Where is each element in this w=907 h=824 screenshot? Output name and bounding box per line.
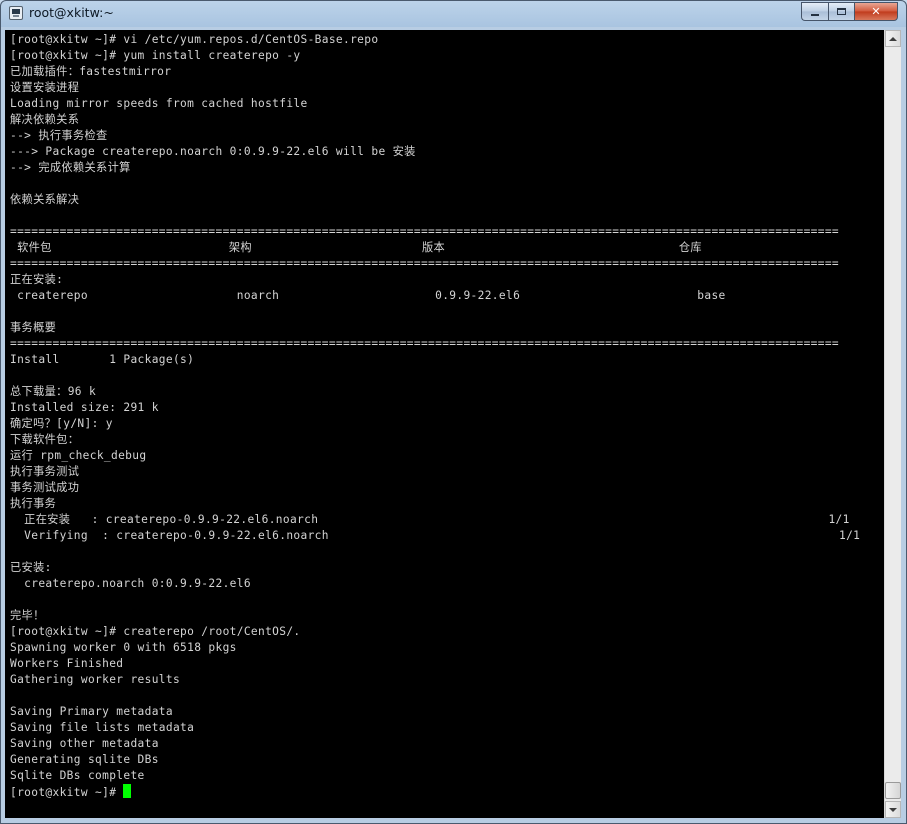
scroll-up-button[interactable] (885, 30, 901, 47)
terminal-line: 解决依赖关系 (10, 113, 80, 126)
terminal-line: 执行事务测试 (10, 465, 80, 478)
terminal-line: 执行事务 (10, 497, 57, 510)
maximize-button[interactable] (828, 2, 854, 21)
terminal-line: 设置安装进程 (10, 81, 80, 94)
arrow-down-icon (889, 807, 897, 812)
terminal-line: 下载软件包： (10, 433, 80, 446)
terminal-line: ========================================… (10, 225, 839, 238)
window-title: root@xkitw:~ (29, 5, 114, 20)
text-cursor (123, 784, 132, 798)
terminal-line: ---> Package createrepo.noarch 0:0.9.9-2… (10, 145, 416, 158)
prompt-line: [root@xkitw ~]# (10, 784, 884, 800)
terminal-line: 正在安装 : createrepo-0.9.9-22.el6.noarch 1/… (10, 513, 850, 526)
terminal-line: [root@xkitw ~]# yum install createrepo -… (10, 49, 301, 62)
caption-buttons: ✕ (801, 2, 898, 21)
terminal-line: Sqlite DBs complete (10, 769, 145, 782)
terminal-line: Saving Primary metadata (10, 705, 173, 718)
terminal-line: Generating sqlite DBs (10, 753, 159, 766)
terminal-line: Installed size: 291 k (10, 401, 159, 414)
terminal-line: 依赖关系解决 (10, 193, 80, 206)
scroll-down-button[interactable] (885, 801, 901, 818)
scroll-thumb[interactable] (885, 782, 901, 799)
terminal-line: createrepo.noarch 0:0.9.9-22.el6 (10, 577, 251, 590)
terminal-line: --> 完成依赖关系计算 (10, 161, 131, 174)
terminal-line: ========================================… (10, 337, 839, 350)
terminal-output[interactable]: [root@xkitw ~]# vi /etc/yum.repos.d/Cent… (5, 30, 884, 818)
close-icon: ✕ (871, 5, 881, 18)
terminal-line: [root@xkitw ~]# createrepo /root/CentOS/… (10, 625, 301, 638)
terminal-window: root@xkitw:~ ✕ [root@xkitw ~]# vi /etc/y… (0, 0, 907, 824)
terminal-line: 事务概要 (10, 321, 57, 334)
terminal-line: --> 执行事务检查 (10, 129, 108, 142)
terminal-line: Workers Finished (10, 657, 124, 670)
terminal-line: Loading mirror speeds from cached hostfi… (10, 97, 308, 110)
terminal-line: 总下载量：96 k (10, 385, 97, 398)
terminal-line: Gathering worker results (10, 673, 181, 686)
title-bar[interactable]: root@xkitw:~ ✕ (1, 1, 906, 27)
terminal-line: 软件包 架构 版本 仓库 大小 (10, 241, 884, 254)
terminal-line: 事务测试成功 (10, 481, 80, 494)
terminal-line: Verifying : createrepo-0.9.9-22.el6.noar… (10, 529, 861, 542)
terminal-line: Saving file lists metadata (10, 721, 195, 734)
minimize-icon (811, 13, 819, 16)
shell-prompt: [root@xkitw ~]# (10, 786, 124, 799)
terminal-line: 完毕！ (10, 609, 45, 622)
terminal-line: Spawning worker 0 with 6518 pkgs (10, 641, 237, 654)
terminal-lines: [root@xkitw ~]# vi /etc/yum.repos.d/Cent… (10, 32, 884, 800)
terminal-line: ========================================… (10, 257, 839, 270)
terminal-line: 已安装: (10, 561, 52, 574)
terminal-line: [root@xkitw ~]# vi /etc/yum.repos.d/Cent… (10, 33, 379, 46)
arrow-up-icon (889, 36, 897, 41)
vertical-scrollbar[interactable] (884, 30, 901, 818)
putty-terminal-icon[interactable] (9, 6, 23, 20)
terminal-line: Saving other metadata (10, 737, 159, 750)
terminal-line: 运行 rpm_check_debug (10, 449, 147, 462)
terminal-line: 已加载插件：fastestmirror (10, 65, 172, 78)
minimize-button[interactable] (801, 2, 828, 21)
terminal-line: 确定吗？[y/N]: y (10, 417, 113, 430)
close-button[interactable]: ✕ (854, 2, 898, 21)
terminal-line: Install 1 Package(s) (10, 353, 195, 366)
terminal-line: 正在安装: (10, 273, 64, 286)
terminal-line: createrepo noarch 0.9.9-22.el6 base 96 k (10, 289, 884, 302)
maximize-icon (837, 8, 846, 15)
